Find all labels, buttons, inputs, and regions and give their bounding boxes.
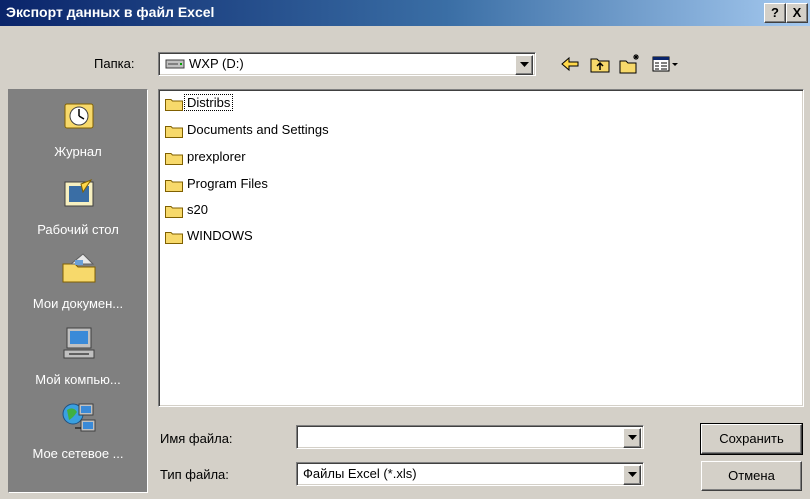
file-list[interactable]: Distribs Documents and Settings prexplor… — [158, 89, 804, 407]
places-item-my-computer[interactable]: Мой компью... — [9, 326, 147, 402]
folder-icon — [165, 180, 183, 192]
title-bar[interactable]: Экспорт данных в файл Excel ? X — [0, 0, 810, 26]
save-button[interactable]: Сохранить — [700, 423, 803, 455]
folder-icon — [165, 206, 183, 218]
save-dialog: Экспорт данных в файл Excel ? X Папка: W… — [0, 0, 810, 499]
file-name: WINDOWS — [187, 228, 253, 243]
filetype-value: Файлы Excel (*.xls) — [303, 466, 417, 481]
back-arrow-icon — [561, 56, 579, 72]
folder-icon — [165, 99, 183, 111]
filetype-dropdown-arrow[interactable] — [623, 465, 641, 485]
network-places-icon — [62, 403, 96, 432]
view-menu-icon — [652, 56, 678, 72]
folder-label: Папка: — [94, 56, 135, 71]
folder-combobox[interactable]: WXP (D:) — [158, 52, 536, 76]
new-folder-icon — [619, 54, 639, 74]
places-item-desktop[interactable]: Рабочий стол — [9, 176, 147, 252]
history-icon — [64, 103, 94, 129]
filename-label: Имя файла: — [160, 431, 233, 446]
places-item-network[interactable]: Мое сетевое ... — [9, 400, 147, 476]
places-item-history[interactable]: Журнал — [9, 98, 147, 174]
up-folder-icon — [590, 58, 610, 73]
places-item-my-documents[interactable]: Мои докумен... — [9, 250, 147, 326]
filetype-label: Тип файла: — [160, 467, 229, 482]
close-button[interactable]: X — [786, 3, 808, 23]
folder-icon — [165, 153, 183, 165]
folder-icon — [165, 126, 183, 138]
desktop-icon — [64, 178, 94, 207]
up-folder-button[interactable] — [588, 52, 612, 76]
new-folder-button[interactable] — [618, 52, 642, 76]
help-button[interactable]: ? — [764, 3, 786, 23]
file-name: prexplorer — [187, 149, 246, 164]
folder-icon — [165, 232, 183, 244]
folder-dropdown-arrow[interactable] — [515, 55, 533, 75]
filename-combobox[interactable] — [296, 425, 644, 449]
filetype-select[interactable]: Файлы Excel (*.xls) — [296, 462, 644, 486]
window-title: Экспорт данных в файл Excel — [6, 4, 215, 20]
file-name: Program Files — [187, 176, 268, 191]
view-menu-button[interactable] — [650, 52, 680, 76]
folder-value: WXP (D:) — [189, 56, 244, 71]
places-bar: Журнал Рабочий стол Мои докумен... Мой к… — [8, 89, 148, 493]
places-item-label: Журнал — [54, 144, 102, 159]
my-computer-icon — [63, 327, 95, 359]
file-name: Documents and Settings — [187, 122, 329, 137]
cancel-button[interactable]: Отмена — [701, 461, 802, 491]
back-button[interactable] — [558, 52, 582, 76]
drive-icon — [165, 58, 185, 73]
places-item-label: Мое сетевое ... — [32, 446, 124, 461]
file-name: Distribs — [183, 94, 234, 111]
places-item-label: Мой компью... — [35, 372, 121, 387]
places-item-label: Рабочий стол — [37, 222, 119, 237]
my-documents-icon — [62, 253, 96, 283]
places-item-label: Мои докумен... — [32, 296, 124, 311]
file-name: s20 — [187, 202, 208, 217]
filename-dropdown-arrow[interactable] — [623, 428, 641, 448]
